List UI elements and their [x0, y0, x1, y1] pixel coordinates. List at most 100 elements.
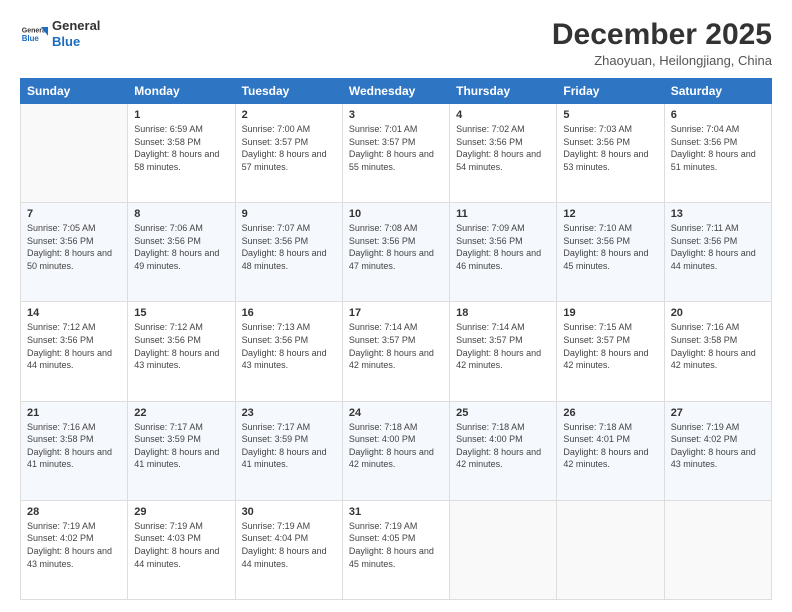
day-number: 25 [456, 407, 550, 419]
table-row: 5 Sunrise: 7:03 AMSunset: 3:56 PMDayligh… [557, 104, 664, 203]
day-number: 9 [242, 208, 336, 220]
day-info: Sunrise: 7:18 AMSunset: 4:00 PMDaylight:… [456, 422, 541, 470]
day-number: 17 [349, 307, 443, 319]
month-title: December 2025 [552, 18, 772, 51]
day-info: Sunrise: 7:17 AMSunset: 3:59 PMDaylight:… [242, 422, 327, 470]
day-info: Sunrise: 7:03 AMSunset: 3:56 PMDaylight:… [563, 124, 648, 172]
page-header: General Blue General Blue December 2025 … [20, 18, 772, 68]
day-info: Sunrise: 7:11 AMSunset: 3:56 PMDaylight:… [671, 223, 756, 271]
table-row: 7 Sunrise: 7:05 AMSunset: 3:56 PMDayligh… [21, 203, 128, 302]
table-row: 3 Sunrise: 7:01 AMSunset: 3:57 PMDayligh… [342, 104, 449, 203]
day-info: Sunrise: 7:13 AMSunset: 3:56 PMDaylight:… [242, 322, 327, 370]
calendar-week-row: 14 Sunrise: 7:12 AMSunset: 3:56 PMDaylig… [21, 302, 772, 401]
day-info: Sunrise: 7:19 AMSunset: 4:02 PMDaylight:… [27, 521, 112, 569]
header-sunday: Sunday [21, 79, 128, 104]
day-number: 31 [349, 506, 443, 518]
day-number: 15 [134, 307, 228, 319]
day-info: Sunrise: 7:04 AMSunset: 3:56 PMDaylight:… [671, 124, 756, 172]
table-row [664, 500, 771, 599]
table-row: 1 Sunrise: 6:59 AMSunset: 3:58 PMDayligh… [128, 104, 235, 203]
day-info: Sunrise: 7:18 AMSunset: 4:01 PMDaylight:… [563, 422, 648, 470]
logo-text: General Blue [52, 18, 100, 49]
day-number: 6 [671, 109, 765, 121]
day-number: 23 [242, 407, 336, 419]
day-number: 21 [27, 407, 121, 419]
day-info: Sunrise: 7:19 AMSunset: 4:03 PMDaylight:… [134, 521, 219, 569]
table-row: 24 Sunrise: 7:18 AMSunset: 4:00 PMDaylig… [342, 401, 449, 500]
day-info: Sunrise: 7:17 AMSunset: 3:59 PMDaylight:… [134, 422, 219, 470]
day-info: Sunrise: 7:19 AMSunset: 4:04 PMDaylight:… [242, 521, 327, 569]
day-number: 19 [563, 307, 657, 319]
day-info: Sunrise: 7:08 AMSunset: 3:56 PMDaylight:… [349, 223, 434, 271]
title-block: December 2025 Zhaoyuan, Heilongjiang, Ch… [552, 18, 772, 68]
table-row: 25 Sunrise: 7:18 AMSunset: 4:00 PMDaylig… [450, 401, 557, 500]
calendar-week-row: 21 Sunrise: 7:16 AMSunset: 3:58 PMDaylig… [21, 401, 772, 500]
day-number: 2 [242, 109, 336, 121]
day-info: Sunrise: 7:09 AMSunset: 3:56 PMDaylight:… [456, 223, 541, 271]
day-number: 29 [134, 506, 228, 518]
day-number: 28 [27, 506, 121, 518]
table-row: 31 Sunrise: 7:19 AMSunset: 4:05 PMDaylig… [342, 500, 449, 599]
day-number: 10 [349, 208, 443, 220]
header-friday: Friday [557, 79, 664, 104]
day-info: Sunrise: 7:14 AMSunset: 3:57 PMDaylight:… [456, 322, 541, 370]
table-row: 6 Sunrise: 7:04 AMSunset: 3:56 PMDayligh… [664, 104, 771, 203]
day-info: Sunrise: 7:07 AMSunset: 3:56 PMDaylight:… [242, 223, 327, 271]
logo: General Blue General Blue [20, 18, 100, 49]
day-number: 24 [349, 407, 443, 419]
day-info: Sunrise: 7:12 AMSunset: 3:56 PMDaylight:… [134, 322, 219, 370]
day-number: 30 [242, 506, 336, 518]
day-number: 22 [134, 407, 228, 419]
day-number: 1 [134, 109, 228, 121]
day-info: Sunrise: 7:05 AMSunset: 3:56 PMDaylight:… [27, 223, 112, 271]
calendar-week-row: 7 Sunrise: 7:05 AMSunset: 3:56 PMDayligh… [21, 203, 772, 302]
svg-text:Blue: Blue [22, 34, 40, 43]
day-info: Sunrise: 7:06 AMSunset: 3:56 PMDaylight:… [134, 223, 219, 271]
table-row: 23 Sunrise: 7:17 AMSunset: 3:59 PMDaylig… [235, 401, 342, 500]
day-number: 14 [27, 307, 121, 319]
table-row [450, 500, 557, 599]
header-thursday: Thursday [450, 79, 557, 104]
table-row: 12 Sunrise: 7:10 AMSunset: 3:56 PMDaylig… [557, 203, 664, 302]
day-info: Sunrise: 7:14 AMSunset: 3:57 PMDaylight:… [349, 322, 434, 370]
day-info: Sunrise: 7:00 AMSunset: 3:57 PMDaylight:… [242, 124, 327, 172]
table-row: 16 Sunrise: 7:13 AMSunset: 3:56 PMDaylig… [235, 302, 342, 401]
weekday-header-row: Sunday Monday Tuesday Wednesday Thursday… [21, 79, 772, 104]
header-tuesday: Tuesday [235, 79, 342, 104]
day-info: Sunrise: 7:19 AMSunset: 4:05 PMDaylight:… [349, 521, 434, 569]
day-number: 27 [671, 407, 765, 419]
table-row: 2 Sunrise: 7:00 AMSunset: 3:57 PMDayligh… [235, 104, 342, 203]
day-info: Sunrise: 7:16 AMSunset: 3:58 PMDaylight:… [27, 422, 112, 470]
day-info: Sunrise: 7:18 AMSunset: 4:00 PMDaylight:… [349, 422, 434, 470]
table-row: 19 Sunrise: 7:15 AMSunset: 3:57 PMDaylig… [557, 302, 664, 401]
day-number: 18 [456, 307, 550, 319]
day-info: Sunrise: 7:02 AMSunset: 3:56 PMDaylight:… [456, 124, 541, 172]
day-info: Sunrise: 7:15 AMSunset: 3:57 PMDaylight:… [563, 322, 648, 370]
table-row: 27 Sunrise: 7:19 AMSunset: 4:02 PMDaylig… [664, 401, 771, 500]
day-info: Sunrise: 7:01 AMSunset: 3:57 PMDaylight:… [349, 124, 434, 172]
header-saturday: Saturday [664, 79, 771, 104]
day-number: 7 [27, 208, 121, 220]
day-number: 4 [456, 109, 550, 121]
calendar-page: General Blue General Blue December 2025 … [0, 0, 792, 612]
table-row: 28 Sunrise: 7:19 AMSunset: 4:02 PMDaylig… [21, 500, 128, 599]
table-row: 13 Sunrise: 7:11 AMSunset: 3:56 PMDaylig… [664, 203, 771, 302]
table-row: 29 Sunrise: 7:19 AMSunset: 4:03 PMDaylig… [128, 500, 235, 599]
day-number: 3 [349, 109, 443, 121]
day-number: 20 [671, 307, 765, 319]
table-row: 10 Sunrise: 7:08 AMSunset: 3:56 PMDaylig… [342, 203, 449, 302]
header-wednesday: Wednesday [342, 79, 449, 104]
logo-icon: General Blue [20, 20, 48, 48]
day-number: 12 [563, 208, 657, 220]
table-row: 22 Sunrise: 7:17 AMSunset: 3:59 PMDaylig… [128, 401, 235, 500]
calendar-week-row: 28 Sunrise: 7:19 AMSunset: 4:02 PMDaylig… [21, 500, 772, 599]
day-number: 16 [242, 307, 336, 319]
day-number: 8 [134, 208, 228, 220]
table-row: 9 Sunrise: 7:07 AMSunset: 3:56 PMDayligh… [235, 203, 342, 302]
table-row: 17 Sunrise: 7:14 AMSunset: 3:57 PMDaylig… [342, 302, 449, 401]
location-subtitle: Zhaoyuan, Heilongjiang, China [552, 53, 772, 68]
table-row: 4 Sunrise: 7:02 AMSunset: 3:56 PMDayligh… [450, 104, 557, 203]
day-number: 11 [456, 208, 550, 220]
day-info: Sunrise: 7:10 AMSunset: 3:56 PMDaylight:… [563, 223, 648, 271]
table-row [557, 500, 664, 599]
